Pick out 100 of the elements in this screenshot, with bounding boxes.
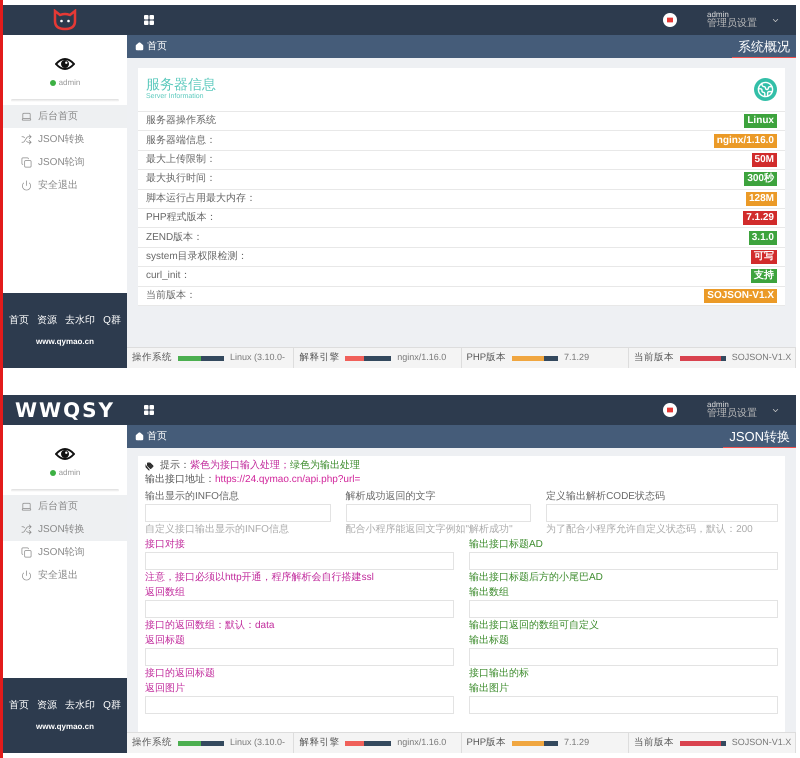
input-field[interactable] <box>469 648 778 666</box>
info-badge: Linux <box>744 114 777 128</box>
sidebar-item[interactable]: 安全退出 <box>3 564 127 587</box>
info-label: PHP程式版本： <box>146 213 217 224</box>
shuffle-icon <box>21 134 32 145</box>
home-icon <box>135 42 144 51</box>
laptop-icon <box>21 111 32 122</box>
api-address-link[interactable]: https://24.qymao.cn/api.php?url= <box>215 475 360 485</box>
grid-icon[interactable] <box>143 14 155 26</box>
field-help: 接口输出的标 <box>469 668 530 679</box>
input-field[interactable] <box>145 552 454 570</box>
site-link[interactable]: www.qymao.cn <box>36 721 94 733</box>
footer-link[interactable]: 首页 <box>9 698 30 713</box>
field-help: 接口的返回数组：默认：data <box>145 620 276 631</box>
header-user-name: admin <box>707 401 729 409</box>
status-value: SOJSON-V1.X <box>732 736 792 750</box>
info-badge: 可写 <box>751 250 777 264</box>
field-label: 返回标题 <box>145 636 186 646</box>
field-help: 配合小程序能返回文字例如"解析成功" <box>346 524 514 535</box>
info-badge: nginx/1.16.0 <box>714 134 777 148</box>
input-field[interactable] <box>469 696 778 714</box>
hint-text: 紫色为接口输入处理； <box>190 461 290 471</box>
grid-icon[interactable] <box>143 404 155 416</box>
input-field[interactable] <box>546 504 778 522</box>
header-user-role: 管理员设置 <box>707 409 757 419</box>
status-value: Linux (3.10.0- <box>230 736 286 750</box>
breadcrumb-text[interactable]: 首页 <box>147 429 167 444</box>
field-help: 接口的返回标题 <box>145 668 216 679</box>
field-help: 自定义接口输出显示的INFO信息 <box>145 524 290 535</box>
header-user-role: 管理员设置 <box>707 19 757 29</box>
site-link[interactable]: www.qymao.cn <box>36 336 94 348</box>
field-label: 返回数组 <box>145 588 186 598</box>
status-label: 解释引擎 <box>299 350 340 365</box>
mail-icon[interactable] <box>663 13 677 27</box>
status-label: PHP版本 <box>466 736 506 750</box>
tags-icon <box>145 462 154 470</box>
eye-icon <box>55 57 75 71</box>
sidebar-item[interactable]: JSON轮询 <box>3 541 127 564</box>
info-label: 当前版本： <box>146 290 196 301</box>
user-name: admin <box>58 467 80 479</box>
status-label: 操作系统 <box>132 736 172 750</box>
footer-link[interactable]: 首页 <box>9 313 30 328</box>
status-value: SOJSON-V1.X <box>732 351 792 364</box>
cat-logo-icon <box>52 9 78 31</box>
laptop-icon <box>21 501 32 512</box>
status-value: nginx/1.16.0 <box>397 351 446 364</box>
field-help: 为了配合小程序允许自定义状态码，默认：200 <box>546 524 754 535</box>
hint-text: 绿色为输出处理 <box>290 461 360 471</box>
footer-link[interactable]: 去水印 <box>65 313 96 328</box>
field-help: 注意，接口必须以http开通，程序解析会自行搭建ssl <box>145 572 375 583</box>
info-badge: 300秒 <box>744 172 777 186</box>
field-help: 输出接口标题后方的小尾巴AD <box>469 572 604 583</box>
sidebar-item[interactable]: JSON轮询 <box>3 151 127 174</box>
copy-icon <box>21 157 32 168</box>
user-name: admin <box>58 77 80 89</box>
field-label: 定义输出解析CODE状态码 <box>546 492 666 502</box>
input-field[interactable] <box>145 600 454 618</box>
footer-link[interactable]: Q群 <box>103 313 121 328</box>
card-title: 服务器信息 <box>146 76 216 92</box>
field-label: 输出数组 <box>469 588 510 598</box>
input-field[interactable] <box>469 600 778 618</box>
info-badge: 支持 <box>751 269 777 284</box>
sidebar-item[interactable]: 安全退出 <box>3 174 127 197</box>
info-badge: 128M <box>746 192 777 206</box>
status-label: 操作系统 <box>132 350 172 365</box>
footer-link[interactable]: 去水印 <box>65 698 96 713</box>
field-label: 解析成功返回的文字 <box>346 492 437 502</box>
globe-icon <box>754 78 777 101</box>
status-label: 当前版本 <box>634 350 674 365</box>
info-label: 最大上传限制： <box>146 154 216 165</box>
footer-link[interactable]: 资源 <box>37 698 58 713</box>
status-value: 7.1.29 <box>564 351 590 364</box>
status-label: 当前版本 <box>634 736 674 750</box>
info-badge: 7.1.29 <box>743 211 777 226</box>
eye-icon <box>55 447 75 461</box>
sidebar-item[interactable]: JSON转换 <box>3 128 127 151</box>
copy-icon <box>21 547 32 558</box>
status-value: Linux (3.10.0- <box>230 351 286 364</box>
footer-link[interactable]: Q群 <box>103 698 121 713</box>
input-field[interactable] <box>145 504 331 522</box>
input-field[interactable] <box>469 552 778 570</box>
logo-text: WWQSY <box>14 397 115 424</box>
mail-icon[interactable] <box>663 403 677 417</box>
info-label: 最大执行时间： <box>146 174 216 184</box>
input-field[interactable] <box>346 504 532 522</box>
hint-text: 提示： <box>160 461 190 471</box>
input-field[interactable] <box>145 648 454 666</box>
input-field[interactable] <box>145 696 454 714</box>
info-label: 脚本运行占用最大内存： <box>146 194 256 204</box>
field-label: 输出接口标题AD <box>469 540 544 550</box>
status-label: PHP版本 <box>466 350 506 365</box>
info-label: 服务器操作系统 <box>146 116 216 126</box>
info-label: system目录权限检测： <box>146 252 248 262</box>
field-label: 返回图片 <box>145 684 186 694</box>
header-user-name: admin <box>707 11 729 19</box>
api-address-label: 输出接口地址： <box>145 475 215 485</box>
info-label: ZEND版本： <box>146 232 204 243</box>
info-badge: SOJSON-V1.X <box>704 288 777 303</box>
breadcrumb-text[interactable]: 首页 <box>147 39 167 54</box>
footer-link[interactable]: 资源 <box>37 313 58 328</box>
